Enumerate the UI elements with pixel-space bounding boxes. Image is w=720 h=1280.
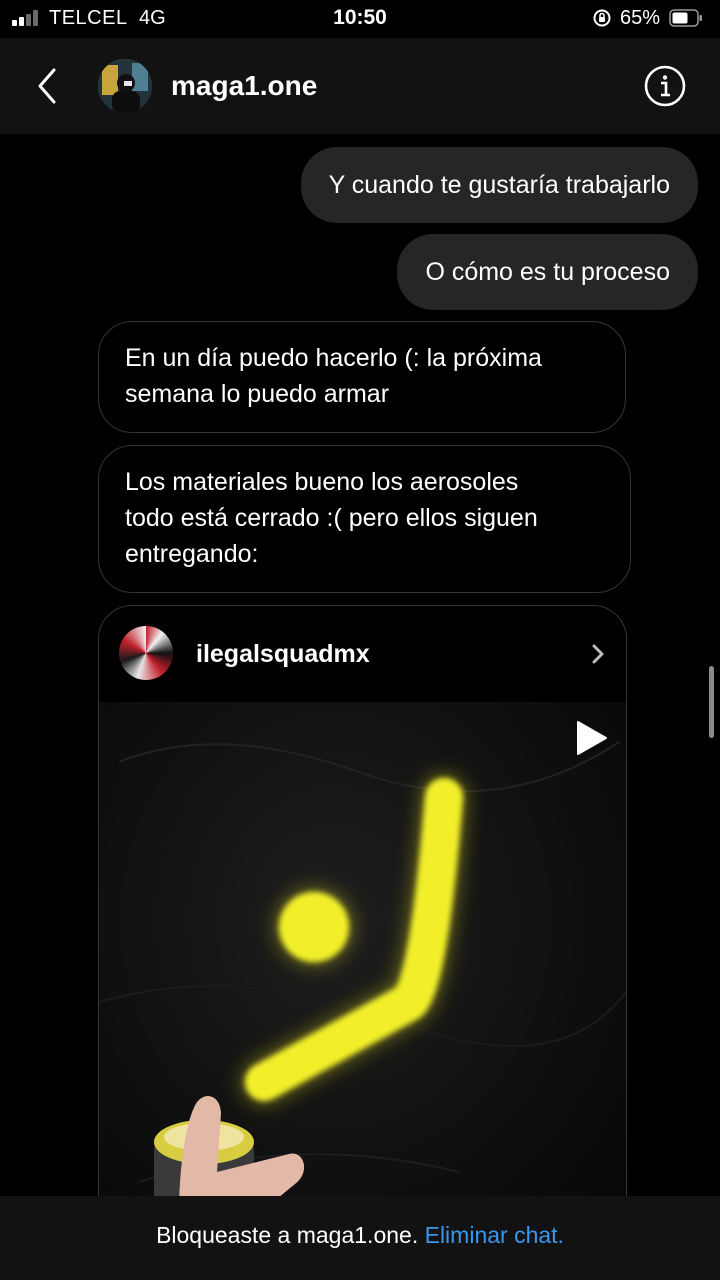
- shared-post[interactable]: ilegalsquadmx: [98, 605, 627, 1196]
- message-line: semana lo puedo armar: [125, 380, 390, 408]
- shared-post-header[interactable]: ilegalsquadmx: [99, 606, 626, 702]
- spray-paint-video-frame: [99, 741, 626, 1196]
- shared-post-video[interactable]: [99, 702, 626, 1196]
- outgoing-message[interactable]: O cómo es tu proceso: [397, 234, 698, 310]
- message-line: En un día puedo hacerlo (: la próxima: [125, 344, 542, 372]
- scroll-indicator[interactable]: [709, 666, 714, 738]
- message-list[interactable]: Y cuando te gustaría trabajarlo O cómo e…: [0, 134, 720, 1196]
- battery-icon: [669, 9, 702, 27]
- message-line: entregando:: [125, 540, 259, 568]
- shared-post-avatar[interactable]: [119, 626, 173, 680]
- message-line: todo está cerrado :( pero ellos siguen: [125, 504, 538, 532]
- rotation-lock-icon: [593, 9, 611, 27]
- info-icon[interactable]: [644, 65, 686, 107]
- back-chevron-icon[interactable]: [26, 62, 70, 110]
- chat-username[interactable]: maga1.one: [171, 70, 317, 102]
- message-line: Los materiales bueno los aerosoles: [125, 468, 519, 496]
- status-bar: TELCEL 4G 10:50 65%: [0, 0, 720, 38]
- message-text: Y cuando te gustaría trabajarlo: [328, 171, 670, 199]
- incoming-message[interactable]: Los materiales bueno los aerosoles todo …: [98, 445, 631, 593]
- profile-avatar[interactable]: [98, 59, 152, 113]
- status-time: 10:50: [333, 6, 387, 29]
- avatar-photo: [98, 59, 152, 113]
- blocked-notice: Bloqueaste a maga1.one.: [156, 1222, 419, 1248]
- hand-spray-can: [154, 1096, 305, 1196]
- chat-header: maga1.one: [0, 38, 720, 134]
- chevron-right-icon[interactable]: [590, 642, 606, 666]
- incoming-message[interactable]: En un día puedo hacerlo (: la próxima se…: [98, 321, 626, 433]
- message-text: O cómo es tu proceso: [425, 258, 670, 286]
- play-icon[interactable]: [570, 718, 610, 758]
- battery-percent: 65%: [620, 7, 661, 29]
- shared-post-username[interactable]: ilegalsquadmx: [196, 640, 370, 669]
- outgoing-message[interactable]: Y cuando te gustaría trabajarlo: [300, 147, 698, 223]
- blocked-footer: Bloqueaste a maga1.one. Eliminar chat.: [0, 1196, 720, 1280]
- delete-chat-link[interactable]: Eliminar chat.: [425, 1222, 564, 1248]
